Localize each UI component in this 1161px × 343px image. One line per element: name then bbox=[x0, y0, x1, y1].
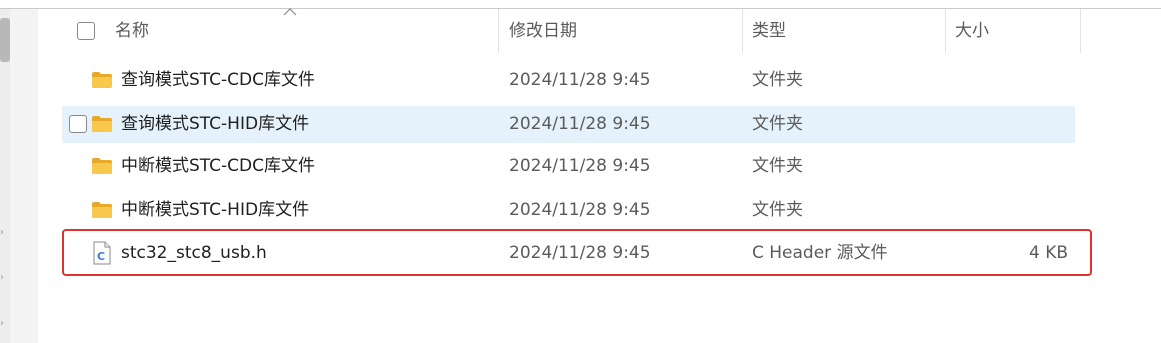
file-type: 文件夹 bbox=[752, 156, 803, 176]
column-separator[interactable] bbox=[945, 9, 946, 53]
file-type: 文件夹 bbox=[752, 200, 803, 220]
file-explorer-view: › › › 名称 修改日期 类型 大小 查询模式STC-CDC库文件 2024/… bbox=[0, 0, 1161, 343]
scrollbar-thumb[interactable] bbox=[0, 18, 10, 62]
file-name[interactable]: 中断模式STC-HID库文件 bbox=[121, 192, 309, 229]
folder-icon bbox=[92, 202, 112, 218]
row-select-checkbox[interactable] bbox=[69, 115, 87, 133]
column-header-date-modified[interactable]: 修改日期 bbox=[509, 9, 577, 53]
file-date-modified: 2024/11/28 9:45 bbox=[509, 70, 651, 90]
annotation-highlight-box bbox=[62, 229, 1092, 276]
file-type: 文件夹 bbox=[752, 114, 803, 134]
sort-ascending-icon bbox=[283, 8, 297, 16]
folder-icon bbox=[92, 116, 112, 132]
file-name[interactable]: 查询模式STC-HID库文件 bbox=[121, 106, 309, 143]
file-size bbox=[942, 148, 1068, 185]
select-all-checkbox[interactable] bbox=[77, 22, 95, 40]
column-header-name[interactable]: 名称 bbox=[115, 9, 149, 53]
expand-arrow-icon[interactable]: › bbox=[0, 273, 8, 283]
file-size bbox=[942, 106, 1068, 143]
file-type: 文件夹 bbox=[752, 70, 803, 90]
folder-icon bbox=[92, 158, 112, 174]
column-header-type[interactable]: 类型 bbox=[752, 9, 786, 53]
file-name[interactable]: 中断模式STC-CDC库文件 bbox=[121, 148, 315, 185]
file-date-modified: 2024/11/28 9:45 bbox=[509, 114, 651, 134]
file-row-folder[interactable]: 中断模式STC-CDC库文件 2024/11/28 9:45 文件夹 bbox=[62, 148, 1075, 185]
file-row-folder-hovered[interactable]: 查询模式STC-HID库文件 2024/11/28 9:45 文件夹 bbox=[62, 106, 1075, 143]
expand-arrow-icon[interactable]: › bbox=[0, 319, 8, 329]
file-date-modified: 2024/11/28 9:45 bbox=[509, 156, 651, 176]
column-header-size[interactable]: 大小 bbox=[955, 9, 989, 53]
folder-icon bbox=[92, 72, 112, 88]
column-separator[interactable] bbox=[498, 9, 499, 53]
column-separator[interactable] bbox=[1080, 9, 1081, 53]
file-size bbox=[942, 62, 1068, 99]
file-size bbox=[942, 192, 1068, 229]
file-row-folder[interactable]: 查询模式STC-CDC库文件 2024/11/28 9:45 文件夹 bbox=[62, 62, 1075, 99]
file-date-modified: 2024/11/28 9:45 bbox=[509, 200, 651, 220]
expand-arrow-icon[interactable]: › bbox=[0, 228, 8, 238]
column-separator[interactable] bbox=[742, 9, 743, 53]
file-row-folder[interactable]: 中断模式STC-HID库文件 2024/11/28 9:45 文件夹 bbox=[62, 192, 1075, 229]
file-name[interactable]: 查询模式STC-CDC库文件 bbox=[121, 62, 315, 99]
